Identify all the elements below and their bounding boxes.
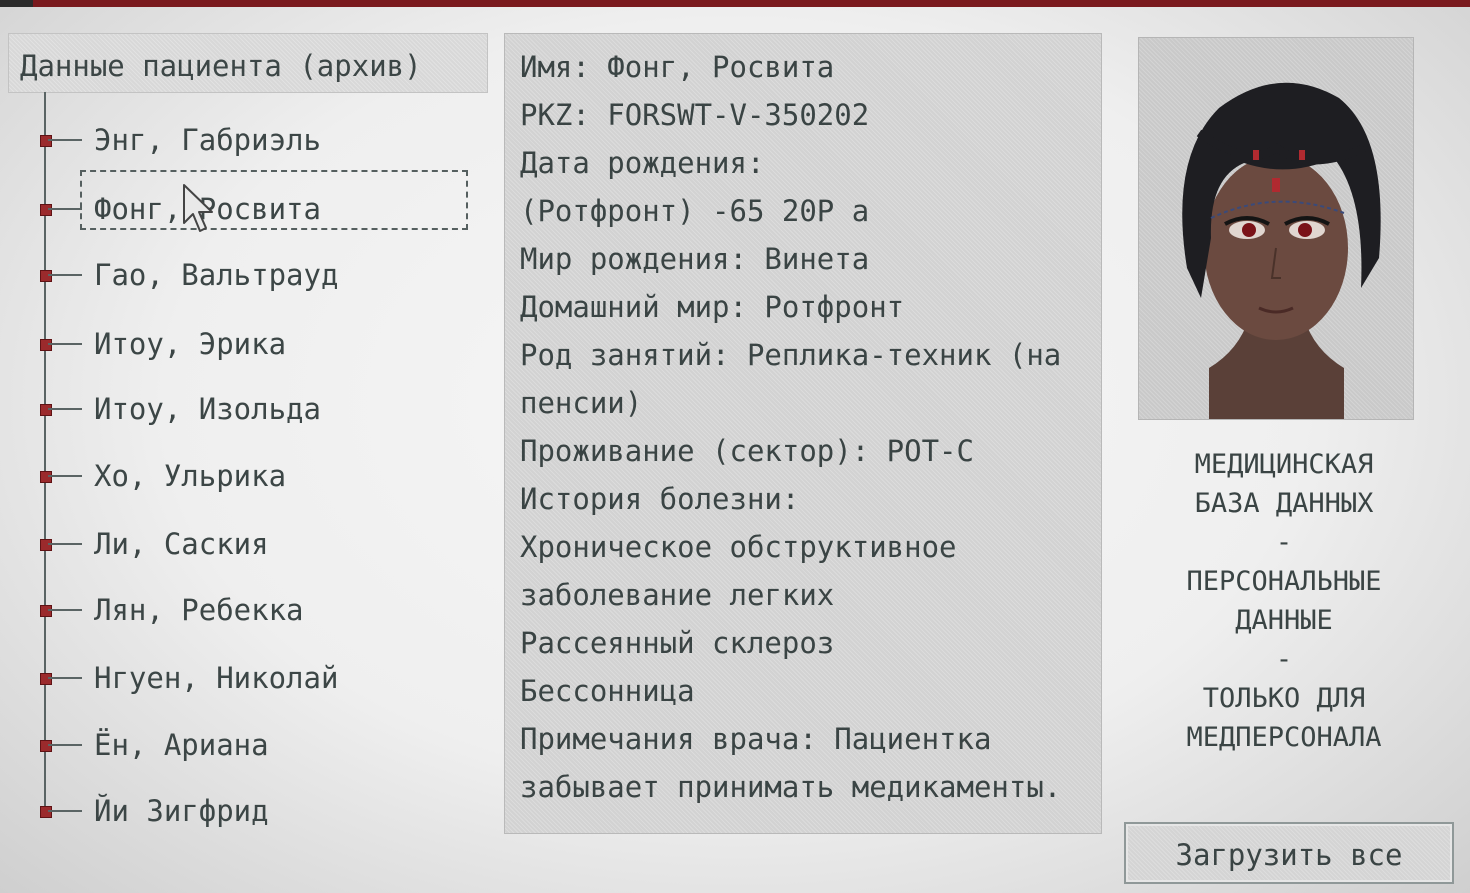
tree-node-icon	[40, 740, 52, 752]
patient-item[interactable]: Нгуен, Николай	[36, 657, 476, 701]
detail-line: пенсии)	[520, 386, 643, 420]
tree-node-icon	[40, 270, 52, 282]
patient-name: Лян, Ребекка	[94, 593, 304, 627]
tree-branch-line	[48, 208, 82, 210]
database-title-line: МЕДПЕРСОНАЛА	[1186, 722, 1382, 753]
patient-name: Ён, Ариана	[94, 728, 269, 762]
portrait-image	[1182, 82, 1381, 419]
patient-portrait	[1138, 37, 1414, 420]
tree-branch-line	[48, 810, 82, 812]
patient-tree-header: Данные пациента (архив)	[8, 33, 488, 93]
patient-name: Ли, Саския	[94, 527, 269, 561]
patient-name: Итоу, Эрика	[94, 327, 287, 361]
detail-line: Примечания врача: Пациентка	[520, 722, 992, 756]
tree-node-icon	[40, 806, 52, 818]
tree-node-icon	[40, 339, 52, 351]
detail-line: Род занятий: Реплика-техник (на	[520, 338, 1062, 372]
tree-branch-line	[48, 475, 82, 477]
database-title: МЕДИЦИНСКАЯ БАЗА ДАННЫХ - ПЕРСОНАЛЬНЫЕ Д…	[1140, 445, 1428, 757]
patient-name: Гао, Вальтрауд	[94, 258, 339, 292]
tree-branch-line	[48, 343, 82, 345]
detail-line: История болезни:	[520, 482, 800, 516]
database-title-line: -	[1275, 527, 1293, 558]
patient-item[interactable]: Итоу, Эрика	[36, 323, 476, 367]
detail-line: забывает принимать медикаменты.	[520, 770, 1062, 804]
detail-line: заболевание легких	[520, 578, 835, 612]
tree-branch-line	[48, 139, 82, 141]
tree-node-icon	[40, 471, 52, 483]
detail-line: Имя: Фонг, Росвита	[520, 50, 835, 84]
detail-line: Проживание (сектор): РОТ-С	[520, 434, 974, 468]
patient-item[interactable]: Гао, Вальтрауд	[36, 254, 476, 298]
tree-node-icon	[40, 404, 52, 416]
tree-node-icon	[40, 135, 52, 147]
load-all-button[interactable]: Загрузить все	[1124, 822, 1454, 884]
mouse-cursor-icon	[183, 184, 213, 232]
patient-item[interactable]: Энг, Габриэль	[36, 119, 476, 163]
patient-item[interactable]: Хо, Ульрика	[36, 455, 476, 499]
load-all-button-label: Загрузить все	[1175, 838, 1403, 872]
database-title-line: ДАННЫЕ	[1235, 605, 1333, 636]
patient-item[interactable]: Лян, Ребекка	[36, 589, 476, 633]
patient-item[interactable]: Итоу, Изольда	[36, 388, 476, 432]
patient-name: Хо, Ульрика	[94, 459, 287, 493]
patient-details-panel: Имя: Фонг, Росвита PKZ: FORSWT-V-350202 …	[504, 33, 1102, 834]
tree-branch-line	[48, 543, 82, 545]
tree-branch-line	[48, 744, 82, 746]
detail-line: PKZ: FORSWT-V-350202	[520, 98, 870, 132]
tree-node-icon	[40, 539, 52, 551]
tree-node-icon	[40, 204, 52, 216]
patient-name: Итоу, Изольда	[94, 392, 321, 426]
database-title-line: -	[1275, 644, 1293, 675]
detail-line: Рассеянный склероз	[520, 626, 835, 660]
window-top-strip	[0, 0, 1470, 7]
tree-node-icon	[40, 673, 52, 685]
patient-name: Йи Зигфрид	[94, 794, 269, 828]
tree-branch-line	[48, 677, 82, 679]
database-title-line: МЕДИЦИНСКАЯ	[1194, 449, 1374, 480]
detail-line: Хроническое обструктивное	[520, 530, 957, 564]
patient-item[interactable]: Йи Зигфрид	[36, 790, 476, 834]
patient-name: Энг, Габриэль	[94, 123, 321, 157]
patient-item-selected[interactable]: Фонг, Росвита	[36, 170, 476, 232]
detail-line: Бессонница	[520, 674, 695, 708]
tree-node-icon	[40, 605, 52, 617]
tree-branch-line	[48, 274, 82, 276]
patient-name: Нгуен, Николай	[94, 661, 339, 695]
detail-line: Дата рождения:	[520, 146, 765, 180]
tree-branch-line	[48, 609, 82, 611]
detail-line: Мир рождения: Винета	[520, 242, 870, 276]
detail-line: Домашний мир: Ротфронт	[520, 290, 905, 324]
database-title-line: БАЗА ДАННЫХ	[1194, 488, 1374, 519]
database-title-line: ПЕРСОНАЛЬНЫЕ	[1186, 566, 1382, 597]
tree-branch-line	[48, 408, 82, 410]
patient-tree: Данные пациента (архив) Энг, Габриэль Фо…	[8, 33, 488, 853]
database-title-line: ТОЛЬКО ДЛЯ	[1202, 683, 1366, 714]
window-corner	[0, 0, 33, 7]
detail-line: (Ротфронт) -65 20P a	[520, 194, 870, 228]
patient-tree-title: Данные пациента (архив)	[20, 49, 422, 83]
patient-item[interactable]: Ён, Ариана	[36, 724, 476, 768]
patient-item[interactable]: Ли, Саския	[36, 523, 476, 567]
